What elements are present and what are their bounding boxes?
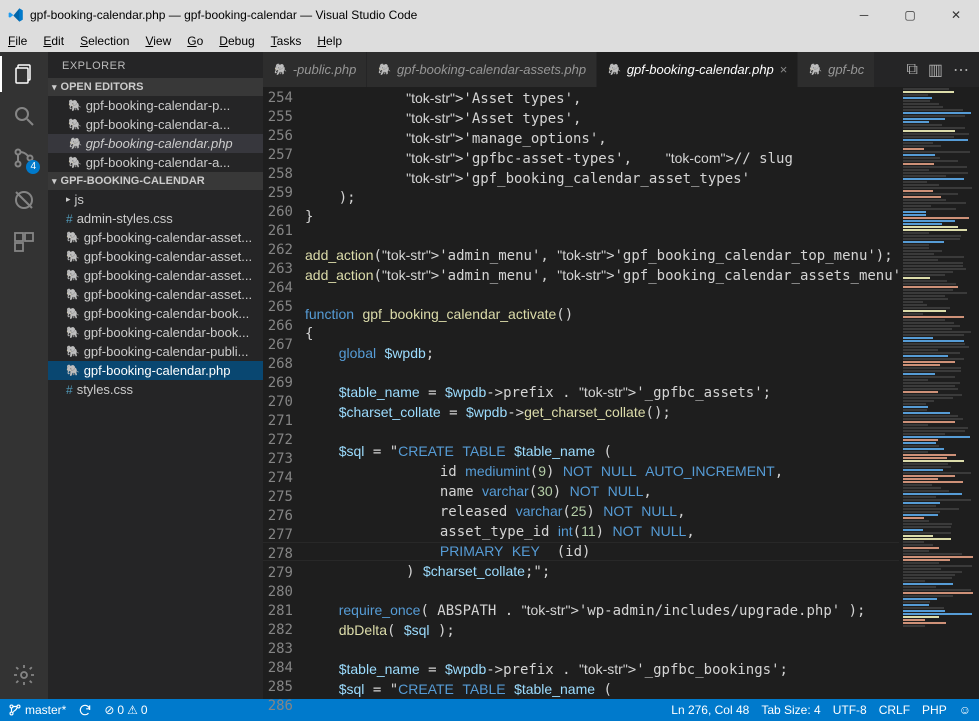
more-icon[interactable]: ⋯ — [953, 60, 969, 80]
settings-gear-icon[interactable] — [10, 661, 38, 689]
menu-tasks[interactable]: Tasks — [263, 32, 310, 50]
window-close-button[interactable]: ✕ — [933, 0, 979, 30]
status-problems[interactable]: ⊘ 0 ⚠ 0 — [104, 703, 147, 717]
open-editors-header[interactable]: OPEN EDITORS — [48, 78, 263, 96]
code-editor[interactable]: "tok-str">'Asset types', "tok-str">'Asse… — [305, 87, 899, 699]
file-tree-item[interactable]: 🐘 gpf-booking-calendar-book... — [48, 304, 263, 323]
open-editor-item[interactable]: 🐘gpf-booking-calendar-a... — [48, 115, 263, 134]
status-sync[interactable] — [78, 703, 92, 717]
file-tree-item[interactable]: # admin-styles.css — [48, 209, 263, 228]
extensions-icon[interactable] — [10, 228, 38, 256]
file-tree-item[interactable]: # styles.css — [48, 380, 263, 399]
debug-icon[interactable] — [10, 186, 38, 214]
status-feedback-icon[interactable]: ☺ — [959, 703, 971, 717]
editor-tab[interactable]: 🐘gpf-booking-calendar.php× — [597, 52, 798, 87]
menu-debug[interactable]: Debug — [211, 32, 262, 50]
menubar: FileEditSelectionViewGoDebugTasksHelp — [0, 30, 979, 52]
file-tree-item[interactable]: 🐘 gpf-booking-calendar-book... — [48, 323, 263, 342]
menu-help[interactable]: Help — [309, 32, 350, 50]
status-indent[interactable]: Tab Size: 4 — [761, 703, 820, 717]
activity-bar: 4 — [0, 52, 48, 699]
titlebar: gpf-booking-calendar.php — gpf-booking-c… — [0, 0, 979, 30]
scm-badge: 4 — [26, 160, 40, 174]
file-tree-item[interactable]: 🐘 gpf-booking-calendar-asset... — [48, 247, 263, 266]
sidebar: EXPLORER OPEN EDITORS 🐘gpf-booking-calen… — [48, 52, 263, 699]
file-tree-item[interactable]: 🐘 gpf-booking-calendar-publi... — [48, 342, 263, 361]
window-title: gpf-booking-calendar.php — gpf-booking-c… — [30, 8, 417, 22]
open-editor-item[interactable]: 🐘gpf-booking-calendar-p... — [48, 96, 263, 115]
explorer-icon[interactable] — [10, 60, 38, 88]
vscode-logo-icon — [8, 7, 24, 23]
line-number-gutter: 254 255 256 257 258 259 260 261 262 263 … — [263, 87, 305, 699]
minimap[interactable] — [899, 87, 979, 699]
file-tree-item[interactable]: js — [48, 190, 263, 209]
file-tree-item[interactable]: 🐘 gpf-booking-calendar-asset... — [48, 228, 263, 247]
scm-icon[interactable]: 4 — [10, 144, 38, 172]
file-tree-item[interactable]: 🐘 gpf-booking-calendar-asset... — [48, 266, 263, 285]
status-bar: master* ⊘ 0 ⚠ 0 Ln 276, Col 48 Tab Size:… — [0, 699, 979, 721]
menu-view[interactable]: View — [137, 32, 179, 50]
split-editor-icon[interactable]: ▥ — [928, 60, 943, 80]
sidebar-title: EXPLORER — [48, 52, 263, 78]
status-lncol[interactable]: Ln 276, Col 48 — [671, 703, 749, 717]
folder-header[interactable]: GPF-BOOKING-CALENDAR — [48, 172, 263, 190]
menu-file[interactable]: File — [0, 32, 35, 50]
status-language[interactable]: PHP — [922, 703, 947, 717]
file-tree-item[interactable]: 🐘 gpf-booking-calendar.php — [48, 361, 263, 380]
window-maximize-button[interactable]: ▢ — [887, 0, 933, 30]
editor-area: 🐘-public.php🐘gpf-booking-calendar-assets… — [263, 52, 979, 699]
menu-edit[interactable]: Edit — [35, 32, 72, 50]
file-tree-item[interactable]: 🐘 gpf-booking-calendar-asset... — [48, 285, 263, 304]
menu-selection[interactable]: Selection — [72, 32, 137, 50]
status-branch[interactable]: master* — [8, 703, 66, 717]
tab-close-icon[interactable]: × — [780, 62, 788, 77]
editor-tab[interactable]: 🐘-public.php — [263, 52, 367, 87]
open-editor-item[interactable]: 🐘gpf-booking-calendar-a... — [48, 153, 263, 172]
editor-tab[interactable]: 🐘gpf-booking-calendar-assets.php — [367, 52, 597, 87]
open-editor-item[interactable]: 🐘gpf-booking-calendar.php — [48, 134, 263, 153]
search-icon[interactable] — [10, 102, 38, 130]
menu-go[interactable]: Go — [179, 32, 211, 50]
status-eol[interactable]: CRLF — [879, 703, 910, 717]
status-encoding[interactable]: UTF-8 — [833, 703, 867, 717]
editor-tabs: 🐘-public.php🐘gpf-booking-calendar-assets… — [263, 52, 979, 87]
editor-tab[interactable]: 🐘gpf-bc — [798, 52, 875, 87]
window-minimize-button[interactable]: ─ — [841, 0, 887, 30]
compare-icon[interactable]: ⧉ — [906, 61, 917, 79]
